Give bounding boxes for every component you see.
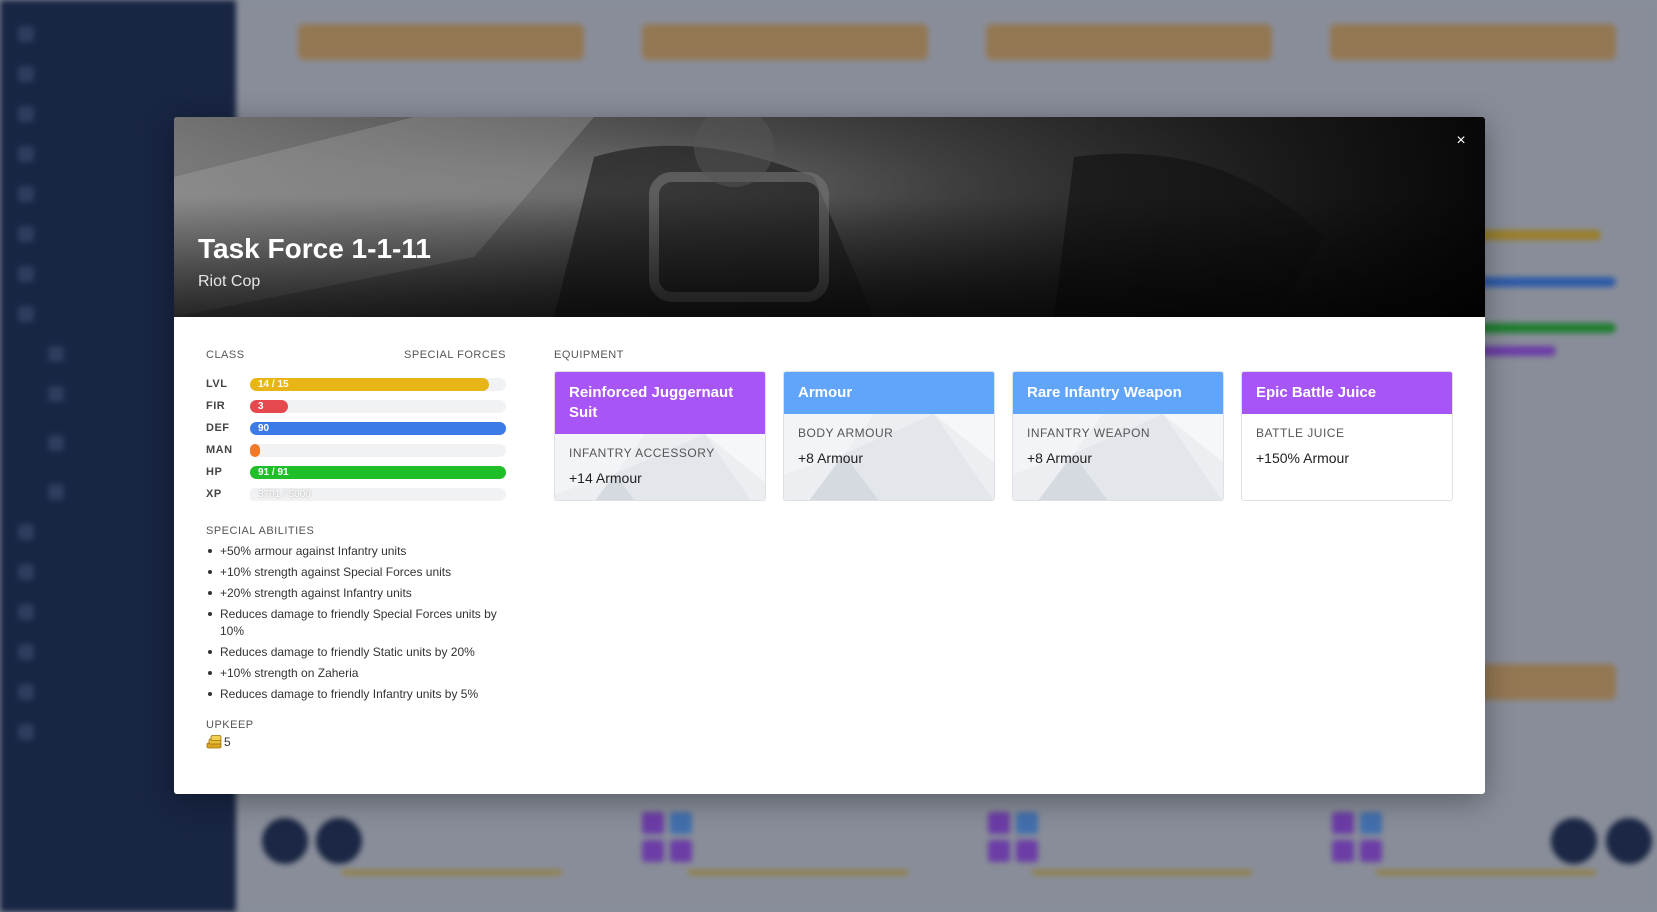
class-row: CLASS SPECIAL FORCES [206, 349, 506, 361]
ability-item: Reduces damage to friendly Static units … [206, 644, 506, 661]
ability-item: Reduces damage to friendly Special Force… [206, 606, 506, 640]
unit-detail-modal: Task Force 1-1-11 Riot Cop × CLASS SPECI… [174, 117, 1485, 794]
close-button[interactable]: × [1451, 131, 1471, 151]
equipment-details: INFANTRY WEAPON +8 Armour [1013, 414, 1223, 500]
upkeep-value: 5 [224, 735, 231, 749]
stat-label: DEF [206, 422, 230, 434]
stat-value: 3701 / 5000 [258, 488, 311, 500]
equipment-type: INFANTRY WEAPON [1027, 426, 1151, 440]
stat-row-def: DEF 90 [206, 417, 506, 439]
class-value: SPECIAL FORCES [404, 349, 506, 361]
equipment-panel: EQUIPMENT Reinforced Juggernaut Suit INFA… [554, 349, 1453, 501]
stat-row-lvl: LVL 14 / 15 [206, 373, 506, 395]
stat-label: MAN [206, 444, 233, 456]
equipment-name: Reinforced Juggernaut Suit [555, 372, 765, 434]
stat-bar-fill: 90 [250, 421, 506, 435]
unit-hero-banner: Task Force 1-1-11 Riot Cop × [174, 117, 1485, 317]
equipment-label: EQUIPMENT [554, 349, 624, 361]
stat-row-hp: HP 91 / 91 [206, 461, 506, 483]
stat-bars: LVL 14 / 15 FIR 3 DEF 90 MAN HP 91 / 91 XP 3701 / … [206, 373, 506, 505]
stat-bar-track: 3701 / 5000 [250, 487, 506, 501]
ability-item: Reduces damage to friendly Infantry unit… [206, 686, 506, 703]
stat-bar-track: 90 [250, 421, 506, 435]
upkeep-value-row: 5 [206, 735, 506, 749]
equipment-card[interactable]: Armour BODY ARMOUR +8 Armour [783, 371, 995, 501]
stat-bar-fill [250, 443, 261, 457]
equipment-details: INFANTRY ACCESSORY +14 Armour [555, 434, 765, 500]
equipment-details: BATTLE JUICE +150% Armour [1242, 414, 1452, 500]
abilities-list: +50% armour against Infantry units +10% s… [206, 543, 506, 703]
equipment-name: Rare Infantry Weapon [1013, 372, 1223, 414]
equipment-stat: +14 Armour [569, 470, 642, 486]
stat-label: FIR [206, 400, 226, 412]
equipment-grid: Reinforced Juggernaut Suit INFANTRY ACCES… [554, 371, 1453, 501]
unit-name: Task Force 1-1-11 [198, 233, 431, 264]
upkeep-section: UPKEEP 5 [206, 719, 506, 749]
ability-item: +10% strength on Zaheria [206, 665, 506, 682]
equipment-stat: +8 Armour [1027, 450, 1092, 466]
equipment-stat: +150% Armour [1256, 450, 1349, 466]
equipment-name: Armour [784, 372, 994, 414]
equipment-card[interactable]: Rare Infantry Weapon INFANTRY WEAPON +8 Ar… [1012, 371, 1224, 501]
equipment-type: INFANTRY ACCESSORY [569, 446, 715, 460]
stat-row-man: MAN [206, 439, 506, 461]
modal-body: CLASS SPECIAL FORCES LVL 14 / 15 FIR 3 DEF 90… [174, 317, 1485, 794]
stat-bar-fill [250, 487, 258, 501]
hero-image [174, 117, 1485, 317]
unit-type: Riot Cop [198, 273, 261, 290]
equipment-card[interactable]: Reinforced Juggernaut Suit INFANTRY ACCES… [554, 371, 766, 501]
stat-bar-track: 91 / 91 [250, 465, 506, 479]
special-abilities: SPECIAL ABILITIES +50% armour against In… [206, 525, 506, 703]
equipment-card[interactable]: Epic Battle Juice BATTLE JUICE +150% Armou… [1241, 371, 1453, 501]
stat-bar-track [250, 443, 506, 457]
card-pattern [555, 434, 765, 500]
equipment-name: Epic Battle Juice [1242, 372, 1452, 414]
equipment-stat: +8 Armour [798, 450, 863, 466]
unit-stats-panel: CLASS SPECIAL FORCES LVL 14 / 15 FIR 3 DEF 90… [206, 349, 506, 749]
ability-item: +20% strength against Infantry units [206, 585, 506, 602]
coins-icon [206, 735, 222, 749]
ability-item: +50% armour against Infantry units [206, 543, 506, 560]
equipment-type: BODY ARMOUR [798, 426, 894, 440]
ability-item: +10% strength against Special Forces uni… [206, 564, 506, 581]
stat-bar-fill: 14 / 15 [250, 377, 489, 391]
stat-label: HP [206, 466, 223, 478]
stat-label: XP [206, 488, 222, 500]
stat-bar-track: 3 [250, 399, 506, 413]
stat-label: LVL [206, 378, 228, 390]
abilities-label: SPECIAL ABILITIES [206, 525, 315, 537]
upkeep-label: UPKEEP [206, 719, 254, 731]
stat-bar-track: 14 / 15 [250, 377, 506, 391]
stat-row-fir: FIR 3 [206, 395, 506, 417]
class-label: CLASS [206, 349, 245, 361]
stat-row-xp: XP 3701 / 5000 [206, 483, 506, 505]
equipment-type: BATTLE JUICE [1256, 426, 1345, 440]
stat-bar-fill: 3 [250, 399, 289, 413]
equipment-details: BODY ARMOUR +8 Armour [784, 414, 994, 500]
stat-bar-fill: 91 / 91 [250, 465, 506, 479]
